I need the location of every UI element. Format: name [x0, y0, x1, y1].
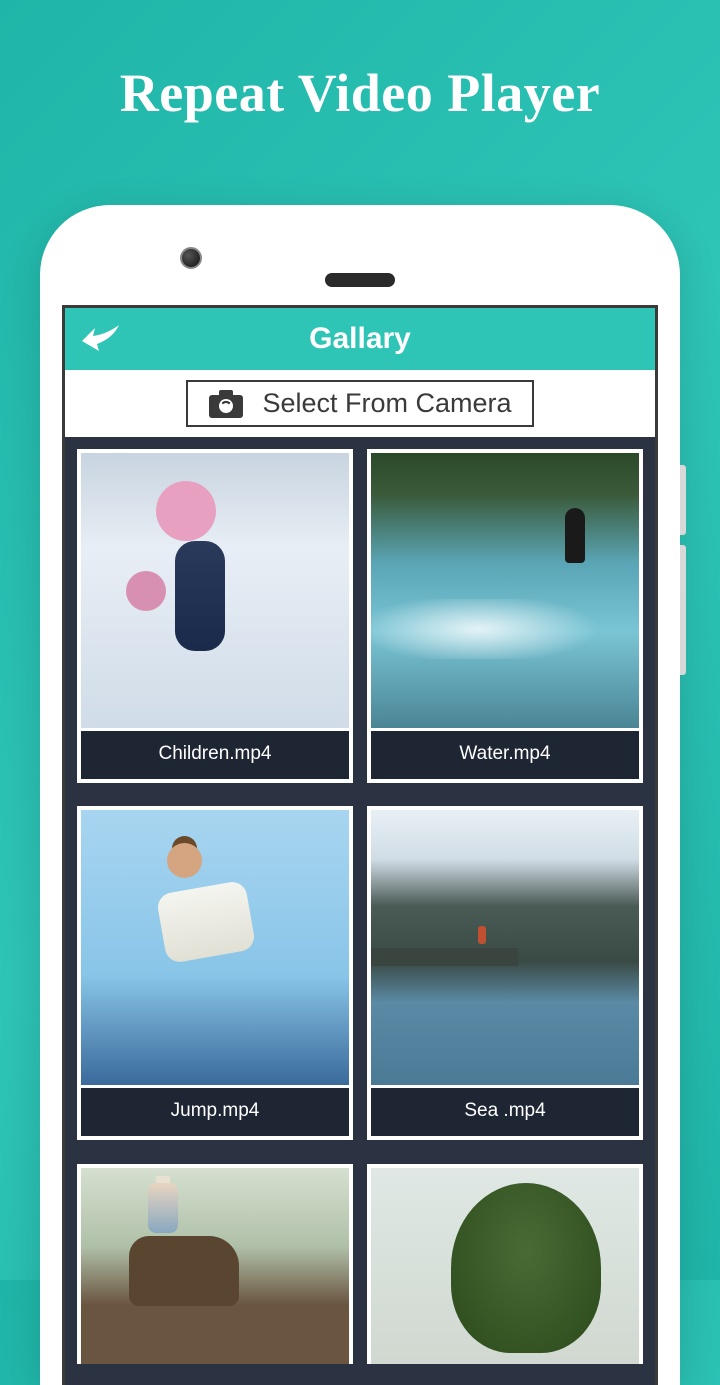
video-thumbnail: [81, 1168, 349, 1364]
video-thumbnail: [371, 453, 639, 728]
video-item[interactable]: [77, 1164, 353, 1364]
video-thumbnail: [371, 1168, 639, 1364]
camera-button-label: Select From Camera: [262, 388, 511, 419]
video-thumbnail: [371, 810, 639, 1085]
back-button[interactable]: [79, 320, 123, 359]
video-label: Children.mp4: [81, 728, 349, 779]
video-item-jump[interactable]: Jump.mp4: [77, 806, 353, 1140]
video-item-children[interactable]: Children.mp4: [77, 449, 353, 783]
phone-speaker: [325, 273, 395, 287]
video-item-sea[interactable]: Sea .mp4: [367, 806, 643, 1140]
back-arrow-icon: [79, 320, 123, 354]
page-title: Gallary: [65, 322, 655, 356]
app-screen: Gallary Select From Camera Children.mp4: [62, 305, 658, 1385]
phone-camera: [180, 247, 202, 269]
app-header: Gallary: [65, 308, 655, 370]
marketing-title: Repeat Video Player: [0, 0, 720, 124]
video-label: Water.mp4: [371, 728, 639, 779]
video-thumbnail: [81, 810, 349, 1085]
gallery-grid: Children.mp4 Water.mp4 Jump.mp4 Sea .mp4: [65, 437, 655, 1385]
video-label: Sea .mp4: [371, 1085, 639, 1136]
video-label: Jump.mp4: [81, 1085, 349, 1136]
video-item-water[interactable]: Water.mp4: [367, 449, 643, 783]
phone-frame: Gallary Select From Camera Children.mp4: [40, 205, 680, 1385]
video-thumbnail: [81, 453, 349, 728]
video-item[interactable]: [367, 1164, 643, 1364]
camera-bar: Select From Camera: [65, 370, 655, 437]
camera-icon: [208, 389, 244, 419]
select-from-camera-button[interactable]: Select From Camera: [186, 380, 533, 427]
